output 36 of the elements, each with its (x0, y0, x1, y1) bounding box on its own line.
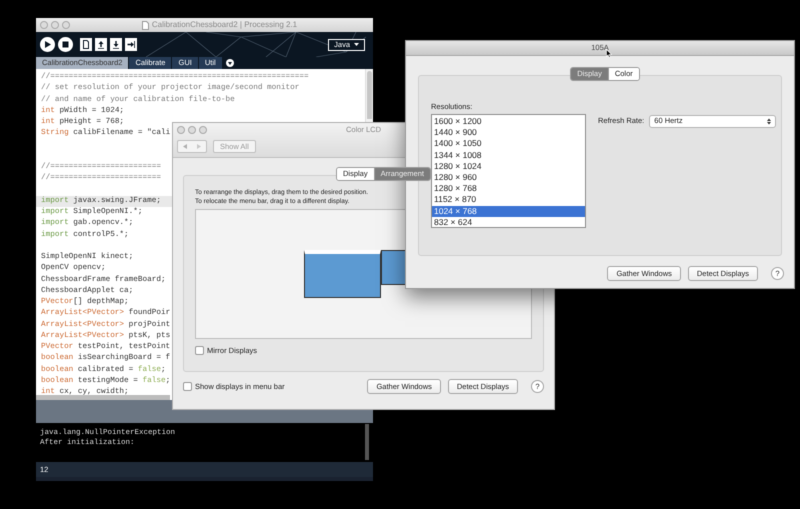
mouse-pointer-icon (606, 49, 612, 58)
resolution-item[interactable]: 1280 × 1024 (432, 160, 585, 172)
back-forward-control[interactable] (177, 140, 207, 153)
resolution-item[interactable]: 832 × 624 (432, 216, 585, 228)
resolution-item[interactable]: 1280 × 768 (432, 183, 585, 194)
stop-button[interactable] (58, 37, 73, 52)
back-icon[interactable] (183, 144, 187, 149)
forward-icon[interactable] (197, 144, 201, 149)
caret-icon (354, 43, 359, 46)
document-icon (82, 40, 90, 49)
scrollbar-thumb[interactable] (365, 424, 369, 460)
checkbox[interactable] (183, 382, 192, 391)
checkbox[interactable] (195, 346, 204, 356)
down-arrow-icon (112, 40, 120, 49)
horizontal-scrollbar[interactable] (36, 395, 170, 400)
save-button[interactable] (110, 38, 122, 51)
play-icon (44, 41, 51, 48)
resolution-item[interactable]: 1024 × 768 (432, 206, 585, 217)
open-button[interactable] (95, 38, 107, 51)
resolution-item[interactable]: 1344 × 1008 (432, 150, 585, 161)
run-button[interactable] (40, 37, 55, 52)
up-arrow-icon (97, 40, 105, 49)
new-button[interactable] (80, 38, 92, 51)
window-title: CalibrationChessboard2 | Processing 2.1 (152, 19, 298, 31)
tab-menu-icon[interactable] (226, 59, 234, 67)
resolution-item[interactable]: 1600 × 1200 (432, 116, 585, 128)
stop-icon (62, 41, 69, 48)
resolution-item[interactable]: 1280 × 960 (432, 172, 585, 184)
scrollbar-thumb[interactable] (367, 71, 372, 119)
resolution-item[interactable]: 1152 × 870 (432, 194, 585, 206)
resolution-item[interactable]: 1400 × 1050 (432, 138, 585, 150)
right-arrow-icon (127, 40, 135, 49)
document-icon (142, 20, 149, 30)
resolution-item[interactable]: 1440 × 900 (432, 127, 585, 138)
export-button[interactable] (125, 38, 137, 51)
stepper-icon (767, 118, 772, 124)
